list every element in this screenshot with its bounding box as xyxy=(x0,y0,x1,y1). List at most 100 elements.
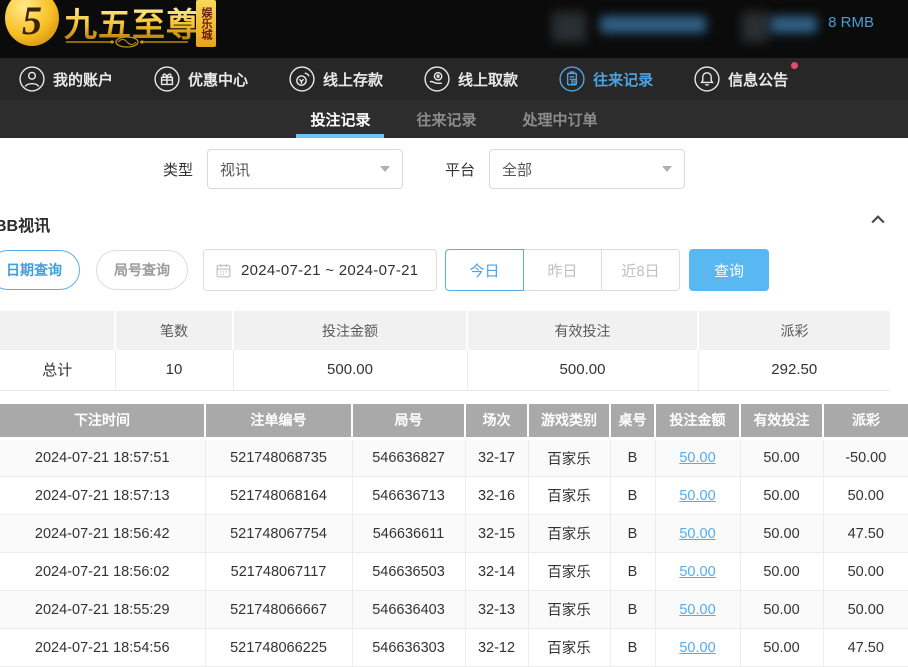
last-8-days-button[interactable]: 近8日 xyxy=(601,249,680,291)
nav-deposit[interactable]: 线上存款 xyxy=(289,66,383,92)
bet-time-cell: 2024-07-21 18:54:56 xyxy=(0,629,205,667)
bet-amount-link[interactable]: 50.00 xyxy=(679,640,715,656)
record-tabs: 投注记录 往来记录 处理中订单 xyxy=(0,100,908,138)
summary-total-cell: 500.00 xyxy=(467,350,698,390)
chevron-down-icon xyxy=(380,166,390,172)
game-type-cell: 百家乐 xyxy=(528,591,610,629)
column-header: 下注时间 xyxy=(0,404,205,439)
round-number-cell: 546636611 xyxy=(352,515,465,553)
date-query-button[interactable]: 日期查询 xyxy=(0,250,80,290)
nav-promotions[interactable]: 优惠中心 xyxy=(154,66,248,92)
session-cell: 32-14 xyxy=(465,553,528,591)
platform-select[interactable]: 全部 xyxy=(489,149,685,189)
query-toolbar: 日期查询 局号查询 2024-07-21 ~ 2024-07-21 今日 昨日 … xyxy=(0,250,908,290)
redacted-text xyxy=(552,12,586,42)
nav-announcements[interactable]: 信息公告 xyxy=(694,66,788,92)
notification-dot xyxy=(791,62,798,69)
deposit-icon xyxy=(289,66,315,92)
payout-cell: 50.00 xyxy=(823,477,908,515)
column-header: 游戏类别 xyxy=(528,404,610,439)
payout-cell: 47.50 xyxy=(823,515,908,553)
order-number-cell: 521748068735 xyxy=(205,439,352,477)
type-filter-label: 类型 xyxy=(163,159,193,180)
bet-amount-link[interactable]: 50.00 xyxy=(679,602,715,618)
bell-icon xyxy=(694,66,720,92)
redacted-balance xyxy=(770,16,817,33)
column-header: 派彩 xyxy=(823,404,908,439)
table-row: 2024-07-21 18:57:51521748068735546636827… xyxy=(0,439,908,477)
round-number-cell: 546636503 xyxy=(352,553,465,591)
logo-emblem-icon: 5 xyxy=(5,0,59,46)
valid-bet-cell: 50.00 xyxy=(740,477,823,515)
chevron-down-icon xyxy=(662,166,672,172)
section-header: BB视讯 xyxy=(0,212,908,234)
round-query-button[interactable]: 局号查询 xyxy=(96,250,188,290)
game-type-cell: 百家乐 xyxy=(528,439,610,477)
summary-column-header: 投注金额 xyxy=(233,311,467,350)
today-button[interactable]: 今日 xyxy=(445,249,524,291)
table-row: 2024-07-21 18:56:02521748067117546636503… xyxy=(0,553,908,591)
column-header: 桌号 xyxy=(610,404,655,439)
summary-total-cell: 10 xyxy=(115,350,233,390)
nav-label: 信息公告 xyxy=(728,69,788,90)
order-number-cell: 521748067754 xyxy=(205,515,352,553)
bet-amount-link[interactable]: 50.00 xyxy=(679,564,715,580)
section-title: BB视讯 xyxy=(0,218,50,235)
payout-cell: 50.00 xyxy=(823,553,908,591)
summary-column-header: 笔数 xyxy=(115,311,233,350)
column-header: 场次 xyxy=(465,404,528,439)
valid-bet-cell: 50.00 xyxy=(740,591,823,629)
tab-bet-records[interactable]: 投注记录 xyxy=(302,100,378,138)
bet-amount-link[interactable]: 50.00 xyxy=(679,450,715,466)
summary-header-row: 笔数投注金额有效投注派彩 xyxy=(0,311,890,350)
tab-transaction-records[interactable]: 往来记录 xyxy=(408,100,484,138)
round-number-cell: 546636303 xyxy=(352,629,465,667)
user-icon xyxy=(19,66,45,92)
bet-amount-cell: 50.00 xyxy=(655,591,740,629)
bet-records-table: 下注时间注单编号局号场次游戏类别桌号投注金额有效投注派彩 2024-07-21 … xyxy=(0,404,908,667)
order-number-cell: 521748066225 xyxy=(205,629,352,667)
bet-time-cell: 2024-07-21 18:57:51 xyxy=(0,439,205,477)
bet-amount-cell: 50.00 xyxy=(655,629,740,667)
round-number-cell: 546636403 xyxy=(352,591,465,629)
valid-bet-cell: 50.00 xyxy=(740,629,823,667)
table-row: 2024-07-21 18:56:42521748067754546636611… xyxy=(0,515,908,553)
date-range-input[interactable]: 2024-07-21 ~ 2024-07-21 xyxy=(203,249,437,291)
session-cell: 32-12 xyxy=(465,629,528,667)
column-header: 注单编号 xyxy=(205,404,352,439)
order-number-cell: 521748066667 xyxy=(205,591,352,629)
filter-row: 类型 视讯 平台 全部 xyxy=(163,138,908,189)
site-logo[interactable]: 5 九五至尊 娱乐城 xyxy=(0,0,230,58)
bet-amount-cell: 50.00 xyxy=(655,515,740,553)
nav-label: 线上存款 xyxy=(323,69,383,90)
type-select[interactable]: 视讯 xyxy=(207,149,403,189)
redacted-text xyxy=(742,12,769,42)
nav-my-account[interactable]: 我的账户 xyxy=(19,66,113,92)
platform-select-value: 全部 xyxy=(502,159,532,180)
summary-column-header: 派彩 xyxy=(698,311,890,350)
nav-withdraw[interactable]: 线上取款 xyxy=(424,66,518,92)
chevron-up-icon[interactable] xyxy=(868,210,888,230)
order-number-cell: 521748067117 xyxy=(205,553,352,591)
column-header: 有效投注 xyxy=(740,404,823,439)
summary-total-row: 总计10500.00500.00292.50 xyxy=(0,350,890,390)
balance-amount: 8 RMB xyxy=(828,14,874,31)
bet-amount-link[interactable]: 50.00 xyxy=(679,488,715,504)
yesterday-button[interactable]: 昨日 xyxy=(523,249,602,291)
bet-time-cell: 2024-07-21 18:55:29 xyxy=(0,591,205,629)
payout-cell: 47.50 xyxy=(823,629,908,667)
gift-icon xyxy=(154,66,180,92)
nav-transaction-records[interactable]: 往来记录 xyxy=(559,66,653,92)
session-cell: 32-15 xyxy=(465,515,528,553)
summary-table: 笔数投注金额有效投注派彩 总计10500.00500.00292.50 xyxy=(0,311,890,391)
logo-flourish-icon xyxy=(66,36,188,48)
bet-amount-link[interactable]: 50.00 xyxy=(679,526,715,542)
bet-amount-cell: 50.00 xyxy=(655,553,740,591)
column-header: 局号 xyxy=(352,404,465,439)
search-button[interactable]: 查询 xyxy=(689,249,769,291)
valid-bet-cell: 50.00 xyxy=(740,553,823,591)
records-icon xyxy=(559,66,585,92)
round-number-cell: 546636827 xyxy=(352,439,465,477)
tab-pending-orders[interactable]: 处理中订单 xyxy=(515,100,606,138)
payout-cell: 50.00 xyxy=(823,591,908,629)
